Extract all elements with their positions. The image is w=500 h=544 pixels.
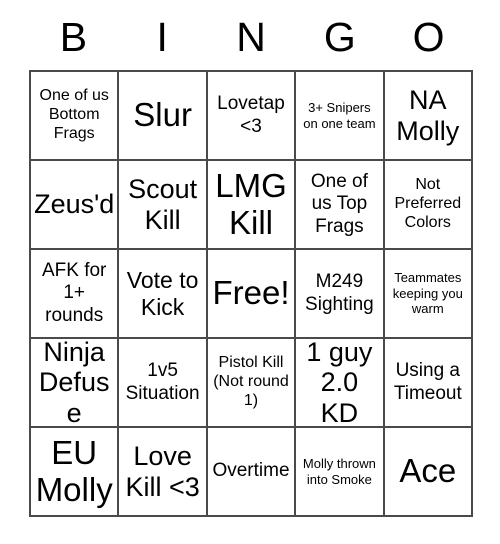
bingo-grid: One of us Bottom Frags Slur Lovetap <3 3+ S… (29, 70, 473, 517)
bingo-cell-r2c3[interactable]: LMG Kill (207, 161, 297, 250)
bingo-cell-r3c3[interactable]: Free! (207, 250, 297, 339)
bingo-cell-label: AFK for 1+ rounds (41, 260, 107, 326)
bingo-cell-r5c2[interactable]: Love Kill <3 (119, 428, 208, 517)
bingo-cell-label: NA Molly (396, 85, 460, 146)
bingo-cell-label: 1v5 Situation (125, 360, 200, 404)
bingo-cell-label: Overtime (212, 460, 290, 482)
bingo-header: B I N G O (29, 0, 473, 70)
bingo-cell-r1c3[interactable]: Lovetap <3 (207, 72, 297, 161)
bingo-cell-label: Using a Timeout (393, 360, 462, 404)
bingo-cell-label: Not Preferred Colors (394, 176, 462, 231)
bingo-cell-label: Slur (133, 96, 192, 134)
bingo-cell-r4c1[interactable]: Ninja Defuse (31, 339, 120, 428)
bingo-header-letter-n: N (236, 13, 266, 60)
bingo-cell-label: Zeus'd (34, 189, 115, 220)
bingo-header-letter-o: O (412, 13, 445, 60)
bingo-cell-r2c1[interactable]: Zeus'd (31, 161, 120, 250)
bingo-cell-label: Pistol Kill (Not round 1) (213, 354, 289, 409)
bingo-cell-label: M249 Sighting (305, 271, 374, 315)
bingo-header-letter-g: G (323, 13, 356, 60)
bingo-cell-r3c2[interactable]: Vote to Kick (119, 250, 208, 339)
bingo-cell-label: LMG Kill (215, 167, 287, 241)
bingo-cell-r2c4[interactable]: One of us Top Frags (296, 161, 385, 250)
bingo-cell-label: EU Molly (35, 434, 113, 508)
bingo-cell-r2c2[interactable]: Scout Kill (119, 161, 208, 250)
bingo-cell-r5c3[interactable]: Overtime (207, 428, 297, 517)
bingo-cell-r4c5[interactable]: Using a Timeout (384, 339, 473, 428)
bingo-cell-label: 1 guy 2.0 KD (306, 339, 373, 428)
bingo-cell-label: Ninja Defuse (38, 339, 110, 428)
bingo-cell-r5c1[interactable]: EU Molly (31, 428, 120, 517)
bingo-cell-label: Free! (212, 274, 290, 312)
bingo-cell-r4c4[interactable]: 1 guy 2.0 KD (296, 339, 385, 428)
bingo-cell-r5c5[interactable]: Ace (384, 428, 473, 517)
bingo-header-letter-i: I (156, 13, 168, 60)
bingo-cell-r1c4[interactable]: 3+ Snipers on one team (296, 72, 385, 161)
bingo-cell-r4c3[interactable]: Pistol Kill (Not round 1) (207, 339, 297, 428)
bingo-cell-r4c2[interactable]: 1v5 Situation (119, 339, 208, 428)
bingo-cell-label: 3+ Snipers on one team (303, 99, 376, 131)
bingo-cell-label: Vote to Kick (126, 267, 199, 320)
bingo-cell-label: One of us Bottom Frags (39, 87, 109, 142)
bingo-cell-r3c1[interactable]: AFK for 1+ rounds (31, 250, 120, 339)
bingo-cell-label: Scout Kill (128, 174, 198, 235)
bingo-cell-label: Love Kill <3 (125, 441, 200, 502)
bingo-cell-r5c4[interactable]: Molly thrown into Smoke (296, 428, 385, 517)
bingo-cell-r3c5[interactable]: Teammates keeping you warm (384, 250, 473, 339)
bingo-cell-label: Ace (399, 452, 457, 490)
bingo-card: B I N G O One of us Bottom Frags Slur Love… (29, 0, 473, 517)
bingo-cell-r1c1[interactable]: One of us Bottom Frags (31, 72, 120, 161)
bingo-cell-r3c4[interactable]: M249 Sighting (296, 250, 385, 339)
bingo-cell-label: Teammates keeping you warm (392, 270, 463, 317)
bingo-cell-r1c2[interactable]: Slur (119, 72, 208, 161)
bingo-header-letter-b: B (59, 13, 88, 60)
bingo-cell-r1c5[interactable]: NA Molly (384, 72, 473, 161)
bingo-cell-label: Molly thrown into Smoke (302, 455, 376, 487)
bingo-cell-label: One of us Top Frags (310, 171, 368, 237)
bingo-cell-r2c5[interactable]: Not Preferred Colors (384, 161, 473, 250)
bingo-cell-label: Lovetap <3 (217, 93, 285, 137)
